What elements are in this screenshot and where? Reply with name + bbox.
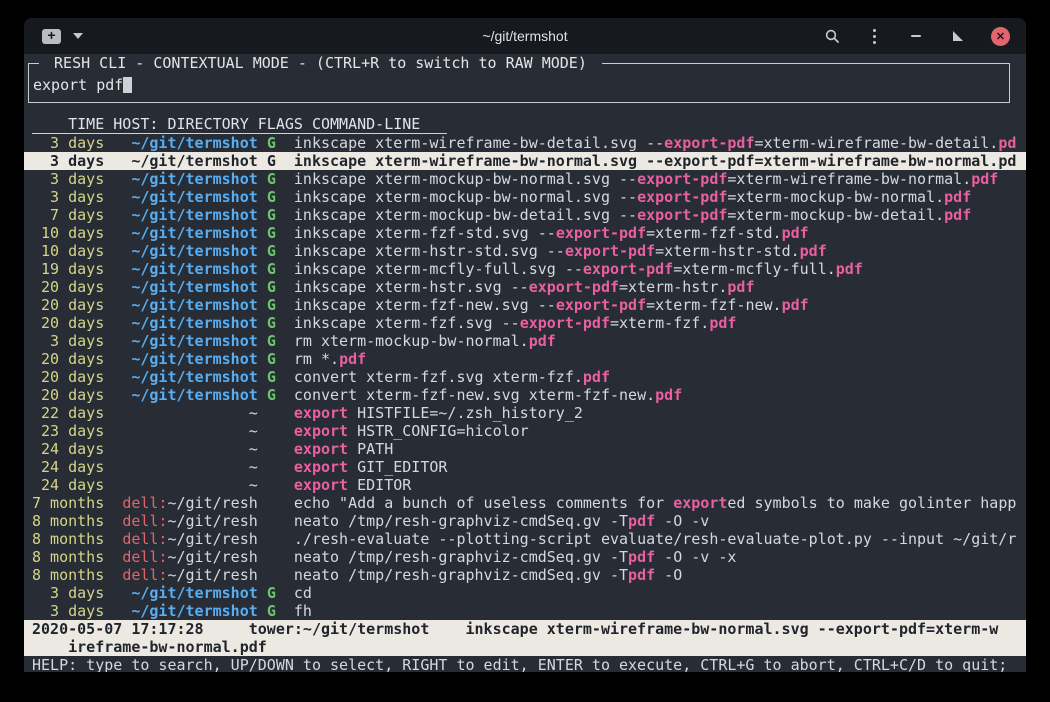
history-row[interactable]: 7 months dell:~/git/resh echo "Add a bun…: [24, 494, 1026, 512]
new-tab-icon[interactable]: [42, 29, 61, 44]
history-row[interactable]: 10 days ~/git/termshot G inkscape xterm-…: [24, 224, 1026, 242]
history-row[interactable]: 24 days ~ export GIT_EDITOR: [24, 458, 1026, 476]
history-row[interactable]: 8 months dell:~/git/resh neato /tmp/resh…: [24, 512, 1026, 530]
titlebar: ~/git/termshot ✕: [24, 18, 1026, 54]
history-row[interactable]: 20 days ~/git/termshot G rm *.pdf: [24, 350, 1026, 368]
search-box-legend: RESH CLI - CONTEXTUAL MODE - (CTRL+R to …: [39, 54, 602, 72]
chevron-down-icon[interactable]: [73, 33, 83, 39]
history-row[interactable]: 23 days ~ export HSTR_CONFIG=hicolor: [24, 422, 1026, 440]
status-line-2: ireframe-bw-normal.pdf: [24, 638, 1026, 656]
menu-kebab-icon[interactable]: [865, 27, 883, 45]
history-row[interactable]: 20 days ~/git/termshot G inkscape xterm-…: [24, 296, 1026, 314]
minimize-button[interactable]: [907, 27, 925, 45]
history-table-header: TIME HOST: DIRECTORY FLAGS COMMAND-LINE: [32, 115, 447, 134]
search-box: RESH CLI - CONTEXTUAL MODE - (CTRL+R to …: [28, 63, 1010, 103]
history-row[interactable]: 3 days ~/git/termshot G cd: [24, 584, 1026, 602]
history-row[interactable]: 20 days ~/git/termshot G convert xterm-f…: [24, 386, 1026, 404]
status-line-1: 2020-05-07 17:17:28 tower:~/git/termshot…: [24, 620, 1026, 638]
history-row[interactable]: 3 days ~/git/termshot G inkscape xterm-m…: [24, 170, 1026, 188]
history-row[interactable]: 3 days ~/git/termshot G rm xterm-mockup-…: [24, 332, 1026, 350]
text-cursor: [123, 77, 132, 93]
history-row[interactable]: 8 months dell:~/git/resh ./resh-evaluate…: [24, 530, 1026, 548]
search-query: export pdf: [33, 76, 123, 94]
history-row[interactable]: 3 days ~/git/termshot G fh: [24, 602, 1026, 620]
status-bar: 2020-05-07 17:17:28 tower:~/git/termshot…: [24, 620, 1026, 656]
search-input[interactable]: export pdf: [33, 76, 132, 94]
terminal-content: RESH CLI - CONTEXTUAL MODE - (CTRL+R to …: [24, 63, 1026, 672]
history-row-selected[interactable]: 3 days ~/git/termshot G inkscape xterm-w…: [24, 152, 1026, 170]
terminal-window: ~/git/termshot ✕ RESH CLI - CONTEXTUAL M…: [24, 18, 1026, 672]
close-button[interactable]: ✕: [991, 27, 1010, 46]
history-row[interactable]: 7 days ~/git/termshot G inkscape xterm-m…: [24, 206, 1026, 224]
history-row[interactable]: 8 months dell:~/git/resh neato /tmp/resh…: [24, 566, 1026, 584]
history-row[interactable]: 24 days ~ export PATH: [24, 440, 1026, 458]
restore-button[interactable]: [949, 27, 967, 45]
history-list: 3 days ~/git/termshot G inkscape xterm-w…: [24, 134, 1026, 620]
history-row[interactable]: 20 days ~/git/termshot G inkscape xterm-…: [24, 278, 1026, 296]
search-icon[interactable]: [823, 27, 841, 45]
history-row[interactable]: 20 days ~/git/termshot G convert xterm-f…: [24, 368, 1026, 386]
history-row[interactable]: 8 months dell:~/git/resh neato /tmp/resh…: [24, 548, 1026, 566]
history-row[interactable]: 3 days ~/git/termshot G inkscape xterm-w…: [24, 134, 1026, 152]
history-row[interactable]: 19 days ~/git/termshot G inkscape xterm-…: [24, 260, 1026, 278]
history-row[interactable]: 22 days ~ export HISTFILE=~/.zsh_history…: [24, 404, 1026, 422]
history-row[interactable]: 3 days ~/git/termshot G inkscape xterm-m…: [24, 188, 1026, 206]
history-row[interactable]: 24 days ~ export EDITOR: [24, 476, 1026, 494]
help-bar: HELP: type to search, UP/DOWN to select,…: [24, 656, 1026, 672]
history-row[interactable]: 10 days ~/git/termshot G inkscape xterm-…: [24, 242, 1026, 260]
history-row[interactable]: 20 days ~/git/termshot G inkscape xterm-…: [24, 314, 1026, 332]
